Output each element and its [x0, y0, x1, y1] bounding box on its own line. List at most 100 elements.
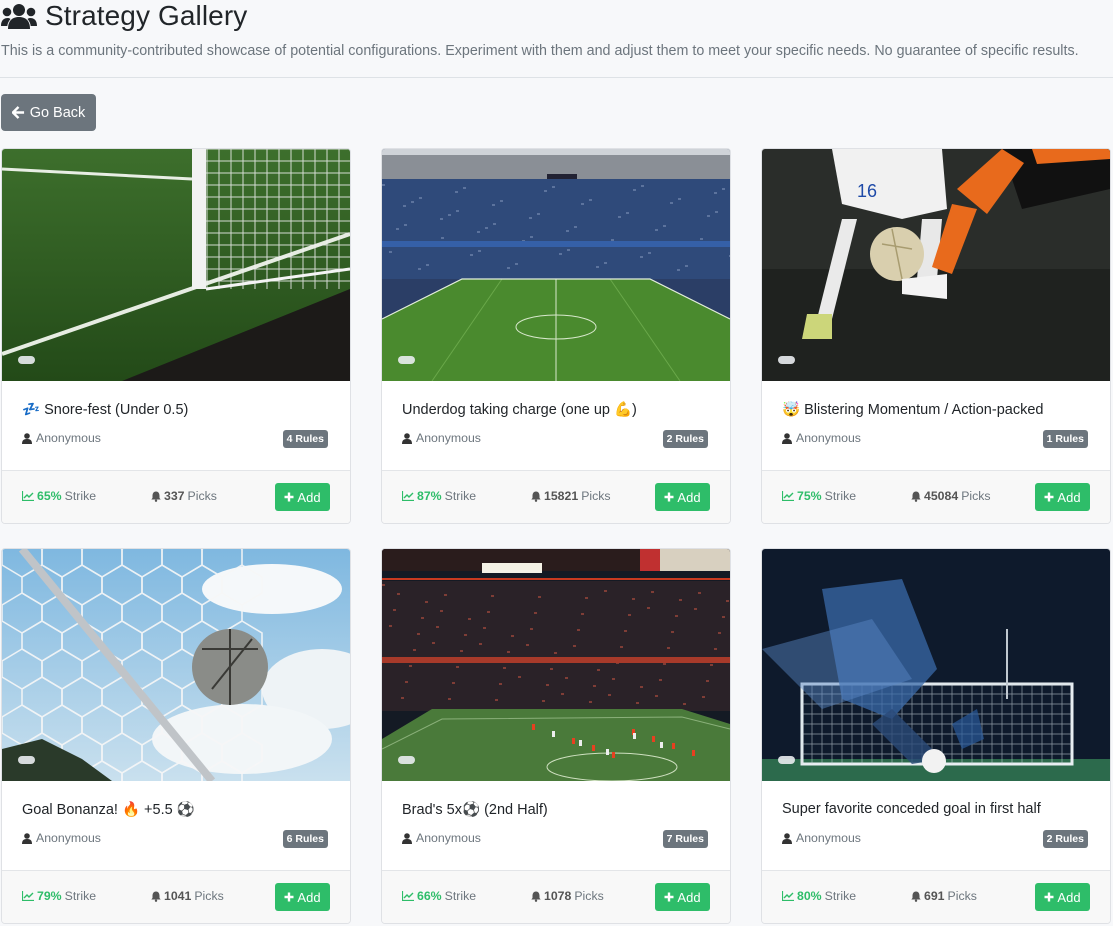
add-button[interactable]: Add — [655, 883, 710, 911]
add-label: Add — [677, 489, 701, 505]
image-indicator — [778, 356, 795, 364]
user-icon — [782, 432, 792, 444]
strike-rate: 75% Strike — [782, 489, 856, 503]
title-text: Snore-fest (Under 0.5) — [44, 402, 189, 418]
picks-label: Picks — [194, 889, 224, 903]
picks-label: Picks — [947, 889, 977, 903]
card-body: 💤 Snore-fest (Under 0.5) Anonymous 4 Rul… — [2, 381, 350, 470]
bell-icon — [151, 891, 161, 902]
add-label: Add — [297, 889, 321, 905]
author-name: Anonymous — [416, 831, 481, 845]
card-title[interactable]: Goal Bonanza! 🔥 +5.5 ⚽ — [22, 801, 195, 818]
add-button[interactable]: Add — [275, 483, 330, 511]
picks-count: 1078 Picks — [531, 889, 604, 903]
card-title[interactable]: 💤 Snore-fest (Under 0.5) — [22, 401, 188, 418]
card-image: 16 — [762, 149, 1110, 381]
users-icon — [1, 4, 37, 29]
page-subtitle: This is a community-contributed showcase… — [1, 43, 1079, 59]
rules-badge: 7 Rules — [662, 830, 708, 848]
strategy-card-3: 16 🤯 Blistering Momentum / Action-packed… — [761, 148, 1111, 524]
strike-percent: 87% — [417, 489, 442, 503]
user-icon — [402, 832, 412, 844]
title-text: Underdog taking charge (one up 💪) — [402, 402, 637, 418]
strike-label: Strike — [824, 489, 857, 503]
strike-label: Strike — [64, 889, 97, 903]
stadium-daytime-image — [382, 149, 730, 381]
image-indicator — [398, 356, 415, 364]
card-footer: 75% Strike 45084 Picks Add — [762, 470, 1110, 523]
strike-rate: 66% Strike — [402, 889, 476, 903]
title-text: Brad's 5x⚽ (2nd Half) — [402, 802, 548, 818]
header-divider — [0, 77, 1113, 78]
card-title[interactable]: 🤯 Blistering Momentum / Action-packed — [782, 401, 1043, 418]
card-author: Anonymous — [782, 431, 861, 445]
go-back-label: Go Back — [29, 104, 86, 121]
bell-icon — [531, 891, 541, 902]
card-title[interactable]: Super favorite conceded goal in first ha… — [782, 801, 1041, 817]
strategy-card-2: Underdog taking charge (one up 💪) Anonym… — [381, 148, 731, 524]
strike-label: Strike — [444, 889, 477, 903]
card-title[interactable]: Brad's 5x⚽ (2nd Half) — [402, 801, 548, 818]
card-footer: 66% Strike 1078 Picks Add — [382, 870, 730, 923]
card-footer: 87% Strike 15821 Picks Add — [382, 470, 730, 523]
card-author: Anonymous — [782, 831, 861, 845]
card-body: Brad's 5x⚽ (2nd Half) Anonymous 7 Rules — [382, 781, 730, 870]
card-author: Anonymous — [402, 831, 481, 845]
picks-label: Picks — [187, 489, 217, 503]
add-label: Add — [1057, 889, 1081, 905]
rules-badge: 4 Rules — [282, 430, 328, 448]
line-chart-icon — [402, 891, 414, 901]
bell-icon — [911, 491, 921, 502]
players-tackle-image: 16 — [762, 149, 1110, 381]
strike-rate: 65% Strike — [22, 489, 96, 503]
line-chart-icon — [782, 491, 794, 501]
rules-badge: 2 Rules — [662, 430, 708, 448]
author-name: Anonymous — [36, 831, 101, 845]
strategy-card-5: Brad's 5x⚽ (2nd Half) Anonymous 7 Rules … — [381, 548, 731, 924]
author-name: Anonymous — [416, 431, 481, 445]
user-icon — [402, 432, 412, 444]
bell-icon — [531, 491, 541, 502]
picks-count: 15821 Picks — [531, 489, 611, 503]
strike-rate: 87% Strike — [402, 489, 476, 503]
card-body: 🤯 Blistering Momentum / Action-packed An… — [762, 381, 1110, 470]
picks-number: 1041 — [164, 889, 192, 903]
rules-badge: 1 Rules — [1042, 430, 1088, 448]
card-image — [382, 149, 730, 381]
plus-icon — [1044, 892, 1054, 902]
add-label: Add — [297, 489, 321, 505]
rules-badge: 6 Rules — [282, 830, 328, 848]
plus-icon — [664, 492, 674, 502]
strategy-card-4: Goal Bonanza! 🔥 +5.5 ⚽ Anonymous 6 Rules… — [1, 548, 351, 924]
goal-net-grass-image — [2, 149, 350, 381]
card-author: Anonymous — [402, 431, 481, 445]
add-button[interactable]: Add — [655, 483, 710, 511]
plus-icon — [1044, 492, 1054, 502]
title-text: Super favorite conceded goal in first ha… — [782, 801, 1041, 817]
strike-percent: 80% — [797, 889, 822, 903]
add-button[interactable]: Add — [1035, 483, 1090, 511]
line-chart-icon — [22, 891, 34, 901]
picks-number: 15821 — [544, 489, 579, 503]
add-button[interactable]: Add — [1035, 883, 1090, 911]
strategy-card-6: Super favorite conceded goal in first ha… — [761, 548, 1111, 924]
picks-number: 45084 — [924, 489, 959, 503]
go-back-button[interactable]: Go Back — [1, 94, 96, 131]
add-label: Add — [1057, 489, 1081, 505]
image-indicator — [18, 756, 35, 764]
line-chart-icon — [402, 491, 414, 501]
page-title-row: Strategy Gallery — [1, 0, 247, 32]
title-emoji: 💤 — [22, 402, 45, 418]
add-button[interactable]: Add — [275, 883, 330, 911]
title-text: Goal Bonanza! 🔥 +5.5 ⚽ — [22, 802, 195, 818]
plus-icon — [664, 892, 674, 902]
title-emoji: 🤯 — [782, 402, 805, 418]
card-image — [382, 549, 730, 781]
picks-number: 337 — [164, 489, 185, 503]
strike-percent: 66% — [417, 889, 442, 903]
card-footer: 79% Strike 1041 Picks Add — [2, 870, 350, 923]
card-image — [2, 549, 350, 781]
line-chart-icon — [22, 491, 34, 501]
card-title[interactable]: Underdog taking charge (one up 💪) — [402, 401, 637, 418]
author-name: Anonymous — [796, 431, 861, 445]
